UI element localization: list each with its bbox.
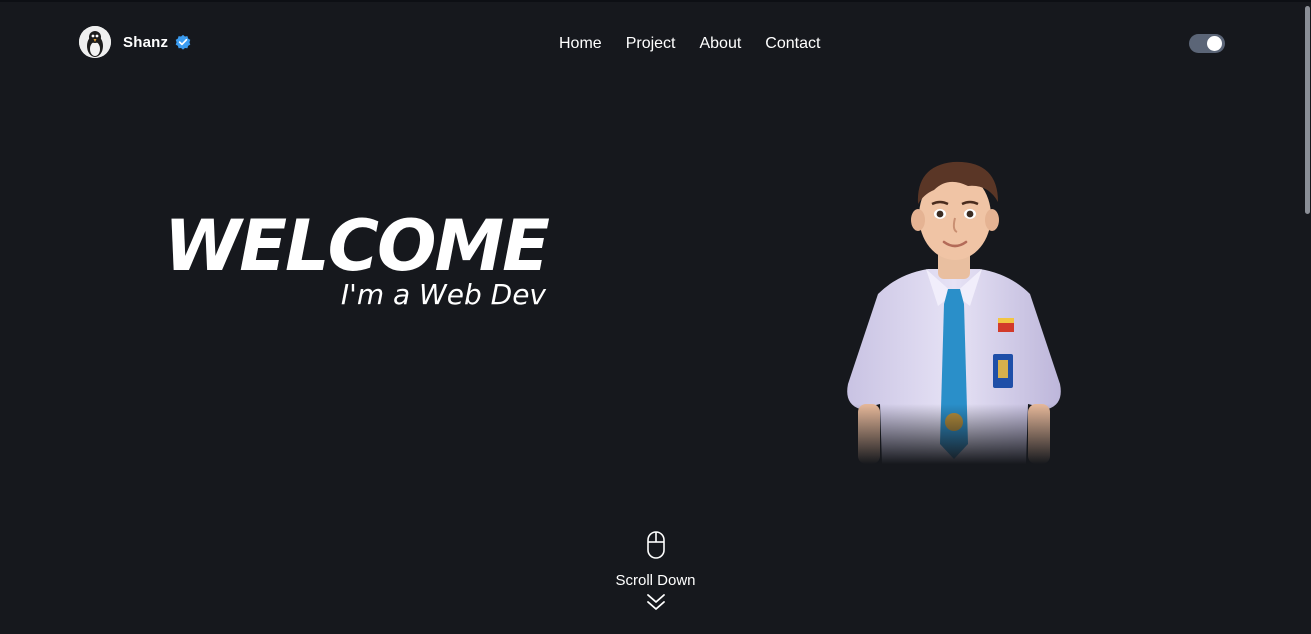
mouse-icon [646, 531, 665, 559]
hero-subtitle: I'm a Web Dev [340, 278, 546, 311]
scrollbar-thumb[interactable] [1305, 6, 1310, 214]
hero-title: WELCOME [164, 205, 550, 287]
nav-project[interactable]: Project [626, 34, 676, 54]
avatar [79, 26, 111, 58]
portrait-image [838, 161, 1070, 464]
scrollbar[interactable] [1303, 2, 1311, 634]
main-nav: Home Project About Contact [559, 34, 820, 54]
nav-home[interactable]: Home [559, 34, 602, 54]
theme-toggle[interactable] [1189, 34, 1225, 53]
brand-name: Shanz [123, 33, 169, 51]
nav-contact[interactable]: Contact [765, 34, 820, 54]
nav-about[interactable]: About [699, 34, 741, 54]
brand[interactable]: Shanz [79, 26, 192, 58]
toggle-knob [1207, 36, 1222, 51]
scroll-down[interactable]: Scroll Down [0, 530, 1311, 612]
scroll-label: Scroll Down [615, 572, 696, 589]
verified-badge-icon [175, 34, 191, 50]
page: Shanz Home Project About Contact WELCOME… [0, 0, 1311, 634]
double-chevron-down-icon [646, 594, 665, 610]
